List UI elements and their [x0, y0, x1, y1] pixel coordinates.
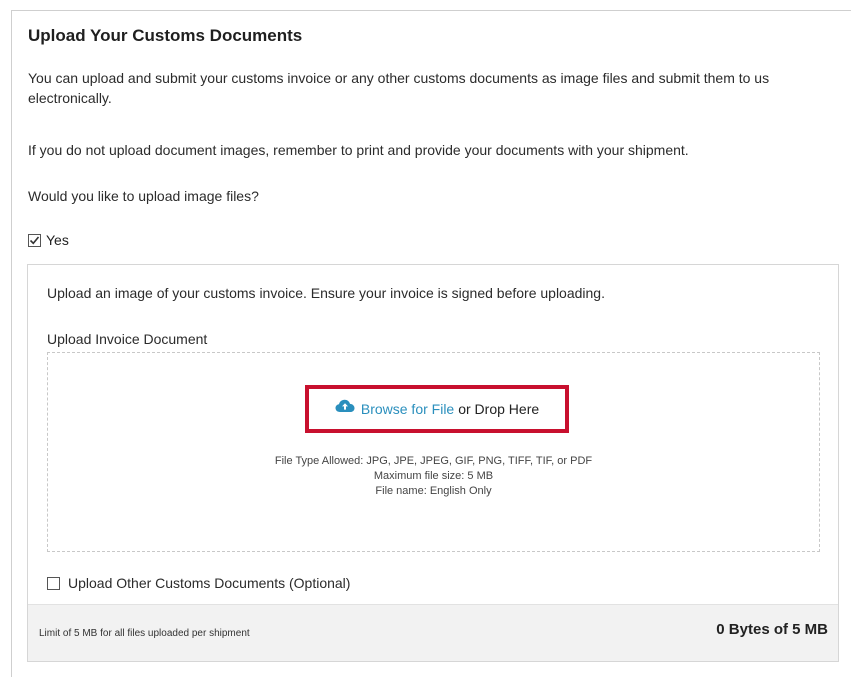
drop-here-text: or Drop Here — [458, 401, 540, 417]
yes-label: Yes — [46, 232, 69, 248]
checkmark-icon — [29, 235, 40, 244]
max-file-size: Maximum file size: 5 MB — [373, 470, 494, 482]
file-requirements: File Type Allowed: JPG, JPE, JPEG, GIF, … — [48, 454, 819, 499]
upload-question: Would you like to upload image files? — [28, 188, 259, 204]
yes-checkbox-row[interactable]: Yes — [28, 232, 69, 248]
other-documents-checkbox[interactable] — [47, 576, 60, 590]
upload-usage: 0 Bytes of 5 MB — [716, 621, 828, 638]
upload-limit-text: Limit of 5 MB for all files uploaded per… — [39, 628, 250, 639]
file-name-rule: File name: English Only — [375, 485, 492, 497]
file-types-allowed: File Type Allowed: JPG, JPE, JPEG, GIF, … — [274, 455, 593, 467]
invoice-upload-box: Upload an image of your customs invoice.… — [27, 264, 839, 662]
upload-footer: Limit of 5 MB for all files uploaded per… — [28, 604, 838, 661]
invoice-instruction: Upload an image of your customs invoice.… — [47, 285, 605, 301]
invoice-dropzone[interactable]: Browse for File or Drop Here File Type A… — [47, 352, 820, 552]
invoice-upload-label: Upload Invoice Document — [47, 331, 208, 347]
other-documents-label: Upload Other Customs Documents (Optional… — [68, 575, 351, 591]
section-title: Upload Your Customs Documents — [28, 26, 303, 45]
reminder-text: If you do not upload document images, re… — [28, 142, 689, 158]
intro-text: You can upload and submit your customs i… — [28, 70, 770, 106]
customs-documents-panel: Upload Your Customs Documents You can up… — [11, 10, 851, 677]
other-documents-row[interactable]: Upload Other Customs Documents (Optional… — [47, 575, 350, 591]
yes-checkbox[interactable] — [28, 233, 41, 247]
cloud-upload-icon[interactable] — [335, 399, 355, 413]
browse-highlight-box: Browse for File or Drop Here — [305, 385, 569, 433]
browse-for-file-link[interactable]: Browse for File — [361, 401, 454, 417]
